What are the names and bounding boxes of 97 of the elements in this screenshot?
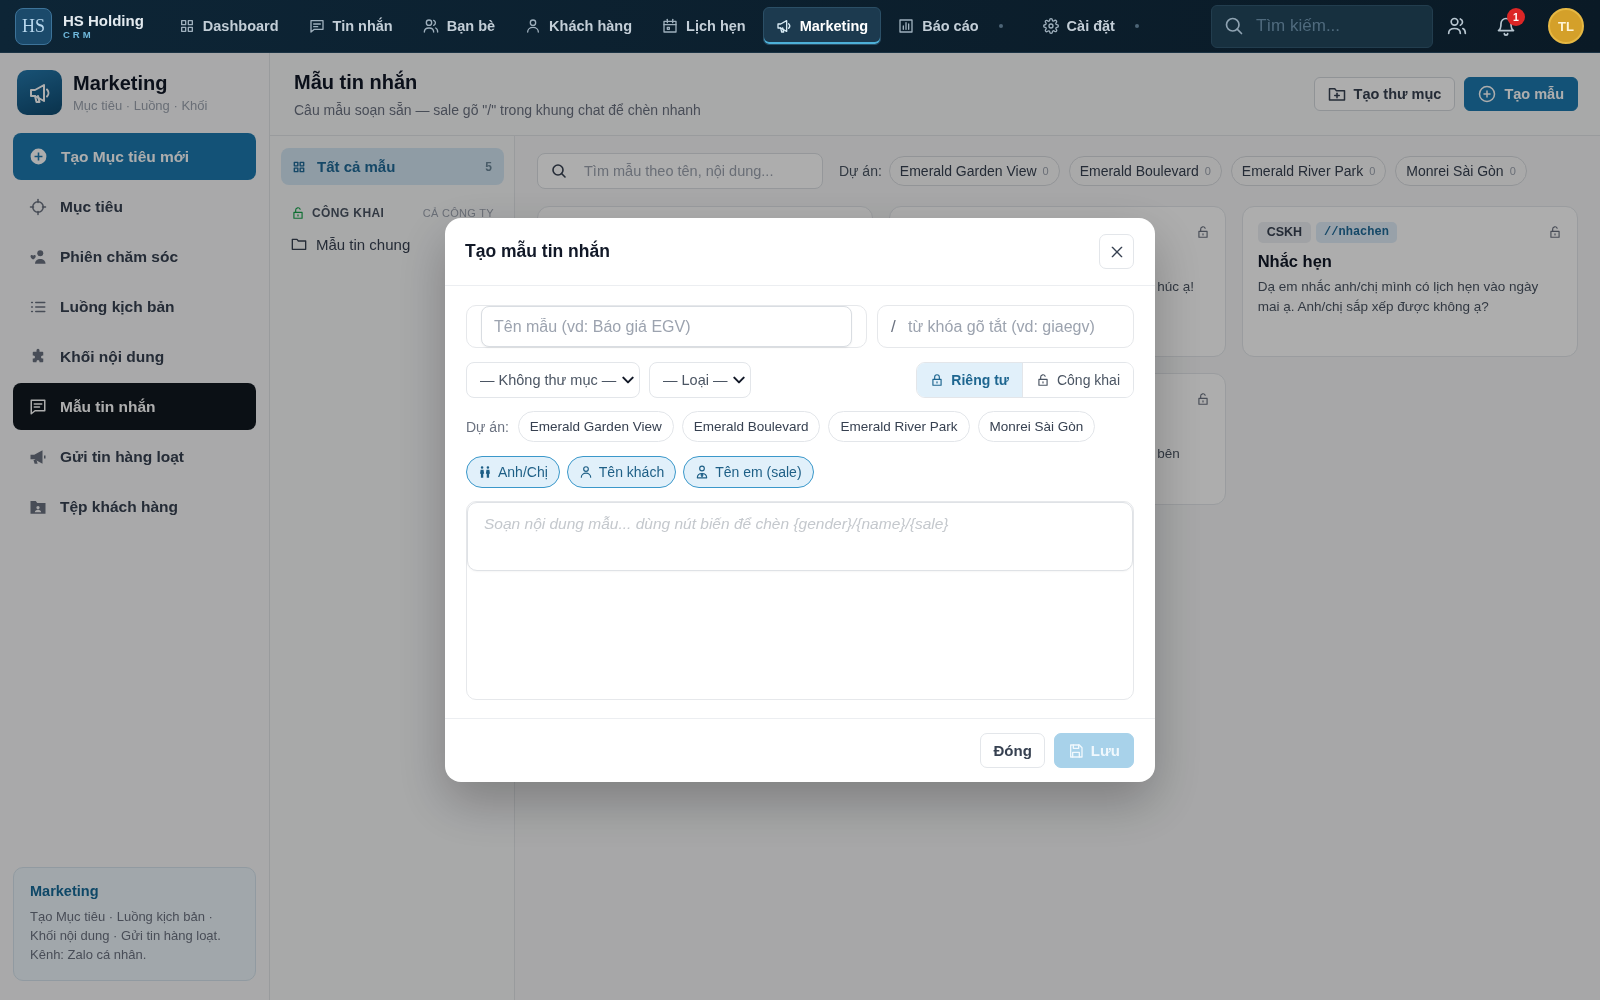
new-template-button[interactable]: Tạo mẫu bbox=[1464, 77, 1578, 111]
unlock-icon bbox=[1035, 373, 1050, 387]
nav-tab[interactable]: Cài đặt bbox=[1029, 7, 1128, 45]
content-textarea[interactable]: Soạn nội dung mẫu... dùng nút biến để chèn {gender}/{name}/{sale} bbox=[467, 502, 1133, 571]
person-icon bbox=[578, 465, 593, 479]
search-icon bbox=[551, 163, 567, 179]
person-tie-icon bbox=[695, 465, 710, 479]
project-filter[interactable]: Monrei Sài Gòn 0 bbox=[1395, 156, 1527, 186]
folder-icon bbox=[291, 236, 307, 252]
shortcut-tag: //nhachen bbox=[1316, 221, 1397, 243]
chat-bubble-icon bbox=[308, 18, 325, 34]
person-icon bbox=[525, 18, 542, 34]
dialog-title: Tạo mẫu tin nhắn bbox=[465, 241, 610, 262]
module-subtitle: Mục tiêu · Luồng · Khối bbox=[73, 96, 208, 115]
chevron-down-icon bbox=[622, 374, 635, 386]
sidebar-item[interactable]: Luồng kịch bản bbox=[13, 283, 256, 330]
folder-item[interactable]: Tất cả mẫu 5 bbox=[281, 148, 504, 185]
brand-tagline: CRM bbox=[63, 29, 95, 40]
card-text: bên bbox=[1157, 445, 1180, 463]
card-text: Dạ em nhắc anh/chị mình có lịch hẹn vào ngày mai ạ. Anh/chị sắp xếp được không ạ? bbox=[1257, 278, 1540, 316]
new-folder-button[interactable]: Tạo thư mục bbox=[1313, 77, 1456, 111]
module-title: Marketing bbox=[73, 70, 169, 95]
info-card-title: Marketing bbox=[30, 883, 100, 899]
info-card-text: Tạo Mục tiêu · Luồng kịch bản · Khối nội dung · Gửi tin hàng loạt. Kênh: Zalo cá nhân. bbox=[30, 908, 222, 964]
logo-mark[interactable]: HS bbox=[15, 7, 52, 45]
lock-icon bbox=[930, 373, 945, 387]
nav-tab[interactable]: Bạn bè bbox=[409, 7, 509, 45]
category-tag: CSKH bbox=[1257, 221, 1312, 243]
sidebar-item[interactable]: Phiên chăm sóc bbox=[13, 233, 256, 280]
crosshair-icon bbox=[29, 197, 47, 216]
item-count: 5 bbox=[485, 159, 492, 174]
filter-label: Dự án: bbox=[839, 163, 882, 179]
visibility-option[interactable]: Công khai bbox=[1021, 363, 1133, 397]
project-filter[interactable]: Emerald Boulevard 0 bbox=[1068, 156, 1222, 186]
item-count: 0 bbox=[1204, 165, 1211, 177]
insert-variable-button[interactable]: Tên em (sale) bbox=[683, 456, 814, 488]
plus-circle-icon bbox=[1478, 85, 1497, 103]
unlock-icon bbox=[291, 206, 305, 220]
calendar-icon bbox=[662, 18, 679, 34]
sidebar-item[interactable]: Khối nội dung bbox=[13, 333, 256, 380]
section-scope: CẢ CÔNG TY bbox=[422, 207, 494, 219]
project-chip[interactable]: Monrei Sài Gòn bbox=[977, 411, 1096, 442]
item-count: 0 bbox=[1042, 165, 1049, 177]
megaphone-icon bbox=[17, 70, 62, 115]
type-dropdown[interactable]: — Loại — bbox=[649, 362, 751, 398]
save-icon bbox=[1067, 742, 1084, 759]
insert-variable-button[interactable]: Anh/Chị bbox=[466, 456, 560, 488]
name-input-field[interactable]: Tên mẫu (vd: Báo giá EGV) bbox=[481, 306, 852, 347]
sidebar-item[interactable]: Tệp khách hàng bbox=[13, 483, 256, 530]
settings-icon bbox=[1042, 18, 1059, 34]
project-label: Dự án: bbox=[466, 418, 509, 435]
close-button[interactable] bbox=[1099, 234, 1134, 269]
project-filter[interactable]: Emerald Garden View 0 bbox=[888, 156, 1060, 186]
notification-badge: 1 bbox=[1507, 8, 1525, 26]
message-icon bbox=[29, 397, 47, 416]
visibility-option[interactable]: Riêng tư bbox=[917, 363, 1022, 397]
megaphone-icon bbox=[29, 447, 47, 466]
grid-icon bbox=[292, 159, 306, 174]
slash-prefix: / bbox=[891, 317, 896, 336]
nav-tab[interactable]: Báo cáo bbox=[885, 7, 992, 45]
grid-icon bbox=[178, 18, 195, 34]
couple-icon bbox=[478, 465, 492, 479]
section-title: CÔNG KHAI bbox=[312, 206, 385, 220]
nav-tab[interactable]: Khách hàng bbox=[512, 7, 646, 45]
insert-variable-button[interactable]: Tên khách bbox=[566, 456, 677, 488]
person-heart-icon bbox=[29, 247, 47, 266]
nav-tab[interactable]: Lịch hẹn bbox=[649, 7, 759, 45]
project-chip[interactable]: Emerald River Park bbox=[828, 411, 970, 442]
item-count: 0 bbox=[1509, 165, 1516, 177]
create-goal-button[interactable]: Tạo Mục tiêu mới bbox=[13, 133, 256, 180]
megaphone-icon bbox=[775, 18, 792, 34]
folder-item[interactable]: Mẫu tin chung bbox=[281, 229, 421, 259]
project-chip[interactable]: Emerald Boulevard bbox=[681, 411, 821, 442]
page-subtitle: Câu mẫu soạn sẵn — sale gõ "/" trong khung chat để chèn nhanh bbox=[294, 100, 701, 119]
nav-tab[interactable]: Tin nhắn bbox=[295, 7, 406, 45]
people-icon bbox=[422, 18, 439, 34]
sidebar-item[interactable]: Gửi tin hàng loạt bbox=[13, 433, 256, 480]
project-chip[interactable]: Emerald Garden View bbox=[517, 411, 674, 442]
template-card[interactable]: CSKH //nhachen Nhắc hẹn Dạ em nhắc anh/chị mình có lịch hẹn vào ngày mai ạ. Anh/chị sắp xếp được không ạ? bbox=[1241, 206, 1578, 357]
card-title: Nhắc hẹn bbox=[1257, 251, 1333, 272]
sidebar-item[interactable]: Mẫu tin nhắn bbox=[13, 383, 256, 430]
sidebar-item[interactable]: Mục tiêu bbox=[13, 183, 256, 230]
brand-name: HS Holding bbox=[63, 12, 144, 29]
close-dialog-button[interactable]: Đóng bbox=[980, 733, 1045, 768]
page-title: Mẫu tin nhắn bbox=[294, 69, 419, 94]
nav-tab[interactable]: Dashboard bbox=[165, 7, 292, 45]
chevron-down-icon bbox=[733, 374, 746, 386]
item-count: 0 bbox=[1369, 165, 1376, 177]
project-filter[interactable]: Emerald River Park 0 bbox=[1230, 156, 1387, 186]
people-icon[interactable] bbox=[1447, 16, 1467, 36]
nav-tab[interactable]: Marketing bbox=[762, 7, 882, 45]
search-icon bbox=[1224, 16, 1244, 36]
folder-plus-icon bbox=[1327, 85, 1346, 103]
search-field[interactable]: Tìm kiếm... bbox=[1211, 4, 1433, 48]
card-text: húc ạ! bbox=[1157, 278, 1195, 296]
bar-chart-icon bbox=[898, 18, 915, 34]
folder-dropdown[interactable]: — Không thư mục — bbox=[466, 362, 640, 398]
